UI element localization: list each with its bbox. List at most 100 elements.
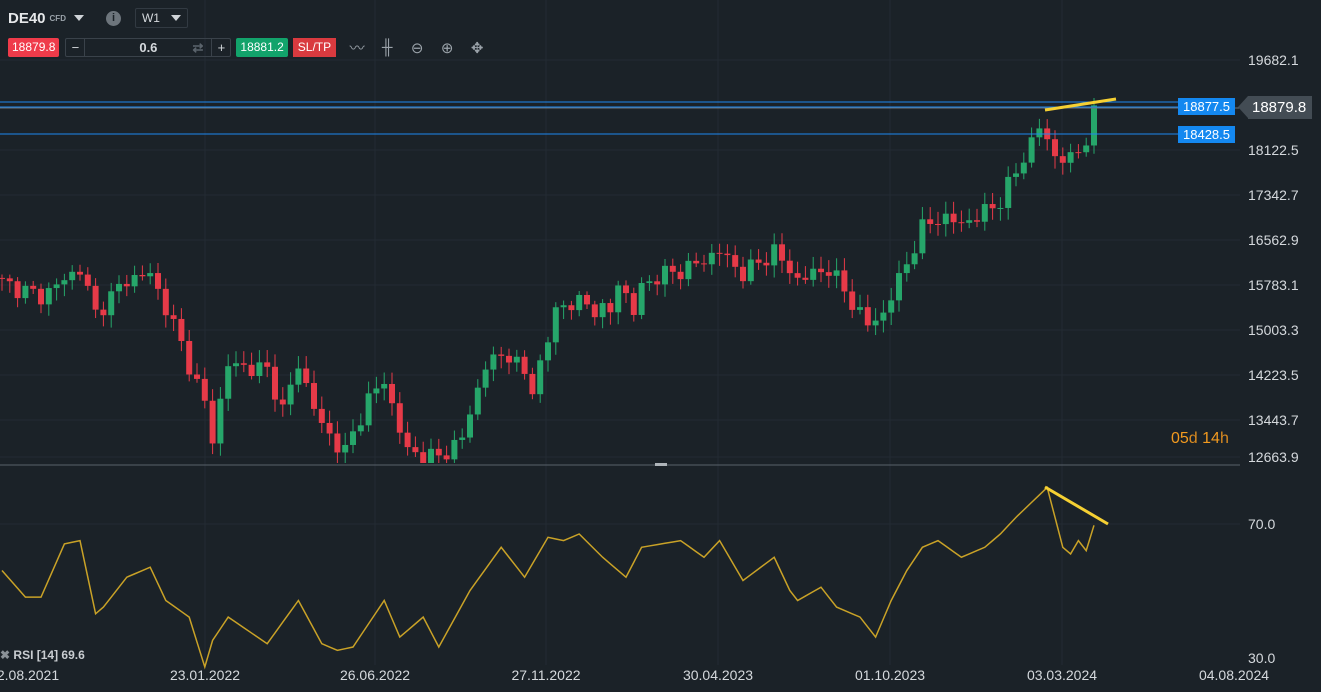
- date-tick: 30.04.2023: [682, 667, 754, 683]
- info-icon[interactable]: i: [105, 10, 121, 26]
- swap-icon[interactable]: ⇄: [192, 39, 203, 56]
- candle: [529, 373, 536, 395]
- candle: [311, 383, 317, 409]
- candle: [272, 366, 278, 400]
- pane-resize-handle[interactable]: [655, 463, 667, 466]
- candle: [513, 356, 520, 363]
- increase-button[interactable]: +: [211, 39, 230, 56]
- candle: [123, 283, 130, 287]
- candle: [22, 285, 29, 299]
- candle: [326, 422, 333, 434]
- candle: [685, 260, 692, 280]
- candle: [396, 403, 403, 433]
- price-tick: 14223.5: [1248, 367, 1299, 383]
- candle: [693, 260, 700, 264]
- candle: [170, 315, 177, 319]
- candle: [568, 305, 575, 311]
- candle: [334, 433, 341, 453]
- candle: [1020, 162, 1027, 174]
- close-icon[interactable]: ✖: [0, 648, 10, 662]
- candle: [833, 270, 840, 276]
- candle: [747, 259, 754, 282]
- price-chart[interactable]: [0, 0, 1321, 692]
- symbol-name[interactable]: DE40: [8, 10, 46, 27]
- candle: [77, 271, 83, 275]
- level-tag[interactable]: 18428.5: [1178, 126, 1235, 143]
- rsi-trendline[interactable]: [1044, 485, 1109, 526]
- candle: [303, 368, 310, 384]
- price-tick: 13443.7: [1248, 412, 1299, 428]
- candle: [615, 285, 622, 313]
- candle: [1013, 173, 1019, 177]
- candle: [459, 437, 466, 440]
- candle: [872, 320, 879, 326]
- candle: [147, 273, 154, 277]
- candle: [903, 264, 910, 274]
- zoom-in-icon[interactable]: ⊕: [432, 39, 462, 57]
- candle: [981, 204, 988, 222]
- candle: [646, 281, 653, 284]
- candle: [404, 432, 411, 448]
- candle: [467, 414, 473, 438]
- candle: [506, 355, 512, 363]
- symbol-dropdown-icon[interactable]: [73, 15, 84, 21]
- candle: [389, 383, 395, 404]
- candle: [287, 384, 294, 405]
- candle: [662, 265, 668, 285]
- candle: [194, 374, 200, 379]
- date-tick: 23.01.2022: [169, 667, 241, 683]
- candle: [240, 363, 247, 365]
- level-tag[interactable]: 18877.5: [1178, 98, 1235, 115]
- rsi-tick: 70.0: [1248, 516, 1276, 532]
- candle: [357, 425, 364, 432]
- candle: [318, 408, 325, 423]
- candle: [131, 274, 138, 287]
- candle: [576, 294, 583, 311]
- price-tick: 19682.1: [1248, 52, 1299, 68]
- candle: [755, 259, 762, 263]
- candlestick-icon[interactable]: ╫: [372, 39, 402, 56]
- candle: [732, 255, 739, 267]
- date-tick: 04.08.2024: [1198, 667, 1270, 683]
- candle: [342, 444, 349, 453]
- candle: [225, 366, 232, 399]
- candle: [45, 288, 52, 305]
- candle: [0, 277, 5, 279]
- candle: [451, 439, 458, 460]
- timeframe-select[interactable]: W1: [134, 8, 188, 28]
- candle: [630, 293, 637, 315]
- rsi-legend: ✖ RSI [14] 69.6: [0, 648, 85, 662]
- candle: [989, 204, 996, 209]
- candle: [1083, 145, 1090, 153]
- candle: [552, 307, 559, 343]
- candle: [420, 452, 427, 463]
- candle: [724, 253, 731, 256]
- candle: [490, 354, 497, 370]
- timeframe-value: W1: [141, 11, 160, 25]
- rsi-line: [1, 485, 1095, 670]
- sell-button[interactable]: 18879.8: [8, 38, 60, 57]
- candle: [256, 362, 263, 377]
- candle: [794, 273, 801, 278]
- candle: [974, 220, 980, 222]
- move-icon[interactable]: ✥: [462, 39, 492, 57]
- candle: [1028, 137, 1035, 163]
- candle: [896, 273, 902, 301]
- quantity-stepper[interactable]: − 0.6 ⇄ +: [65, 38, 232, 57]
- decrease-button[interactable]: −: [66, 39, 86, 56]
- quantity-input[interactable]: 0.6 ⇄: [85, 39, 211, 56]
- chevron-down-icon: [170, 15, 181, 21]
- current-price-tag: 18879.8: [1237, 96, 1313, 119]
- candle: [1067, 152, 1074, 163]
- rsi-tick: 30.0: [1248, 650, 1276, 666]
- line-chart-icon[interactable]: 〰: [342, 37, 372, 58]
- candle: [178, 318, 185, 341]
- candle: [521, 356, 528, 374]
- candle: [365, 393, 372, 426]
- sltp-button[interactable]: SL/TP: [292, 38, 337, 57]
- candle: [428, 448, 434, 463]
- candle: [857, 307, 863, 310]
- buy-button[interactable]: 18881.2: [236, 38, 288, 57]
- candle: [474, 387, 481, 415]
- zoom-out-icon[interactable]: ⊖: [402, 39, 432, 57]
